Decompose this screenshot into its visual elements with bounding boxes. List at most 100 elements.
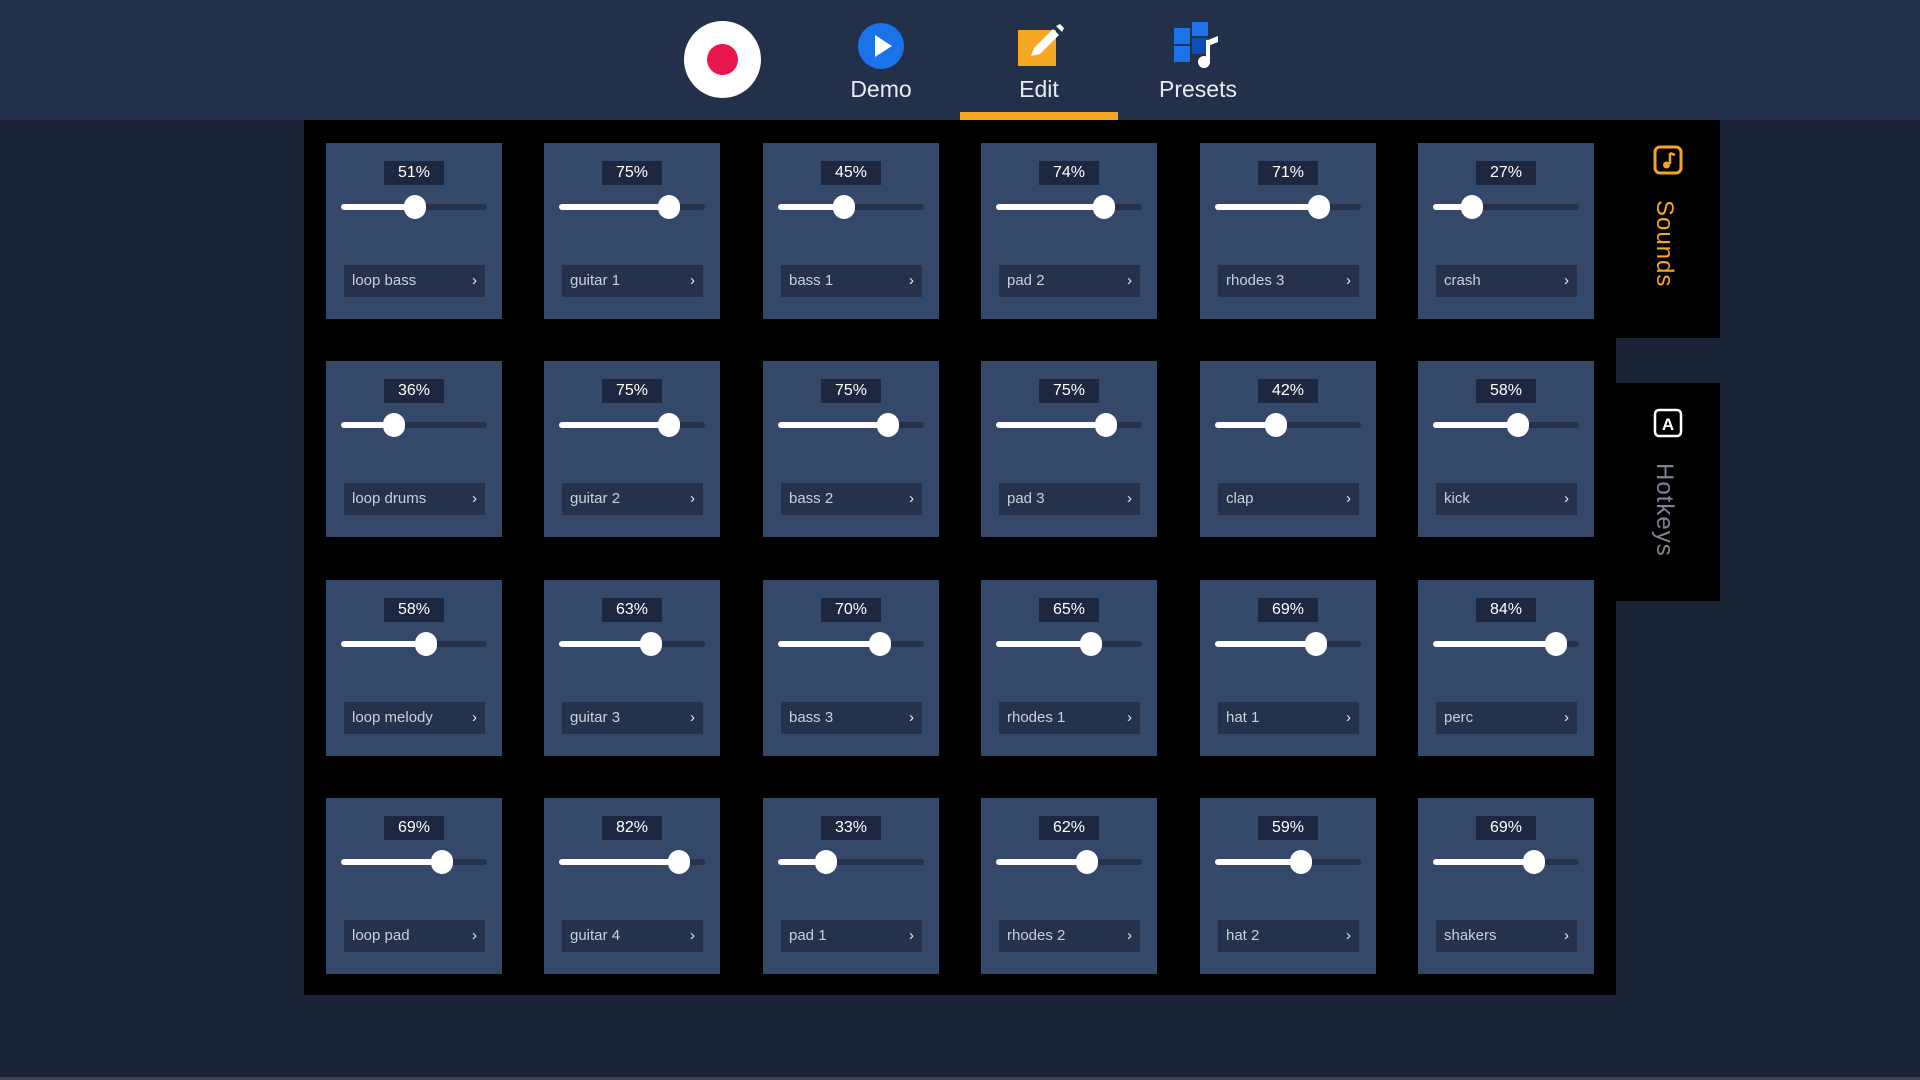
sound-select-button[interactable]: hat 2 ›	[1218, 920, 1359, 952]
volume-slider-handle[interactable]	[1079, 632, 1102, 656]
volume-percent: 42%	[1258, 379, 1318, 403]
volume-slider-handle[interactable]	[1506, 413, 1529, 437]
sound-select-button[interactable]: loop bass ›	[344, 265, 485, 297]
sound-name: bass 1	[789, 272, 834, 289]
volume-slider[interactable]	[1433, 413, 1579, 437]
sound-pad: 75% guitar 2 ›	[544, 361, 720, 537]
volume-slider[interactable]	[341, 850, 487, 874]
chevron-right-icon: ›	[472, 272, 477, 289]
sound-name: shakers	[1444, 927, 1497, 944]
volume-slider-handle[interactable]	[1075, 850, 1098, 874]
sound-select-button[interactable]: guitar 4 ›	[562, 920, 703, 952]
sound-select-button[interactable]: hat 1 ›	[1218, 702, 1359, 734]
sound-select-button[interactable]: pad 1 ›	[781, 920, 922, 952]
volume-slider-handle[interactable]	[1304, 632, 1327, 656]
sound-select-button[interactable]: clap ›	[1218, 483, 1359, 515]
volume-slider-handle[interactable]	[869, 632, 892, 656]
sound-select-button[interactable]: kick ›	[1436, 483, 1577, 515]
sound-select-button[interactable]: loop drums ›	[344, 483, 485, 515]
volume-slider[interactable]	[559, 632, 705, 656]
sound-select-button[interactable]: rhodes 1 ›	[999, 702, 1140, 734]
sound-select-button[interactable]: guitar 1 ›	[562, 265, 703, 297]
play-icon	[858, 23, 904, 69]
sound-select-button[interactable]: crash ›	[1436, 265, 1577, 297]
sound-select-button[interactable]: loop melody ›	[344, 702, 485, 734]
hotkeys-icon-letter: A	[1662, 415, 1674, 434]
volume-slider[interactable]	[996, 413, 1142, 437]
volume-slider[interactable]	[778, 850, 924, 874]
chevron-right-icon: ›	[1564, 272, 1569, 289]
sound-select-button[interactable]: bass 1 ›	[781, 265, 922, 297]
volume-slider[interactable]	[1215, 413, 1361, 437]
sound-select-button[interactable]: rhodes 2 ›	[999, 920, 1140, 952]
volume-slider[interactable]	[1433, 850, 1579, 874]
volume-slider-handle[interactable]	[639, 632, 662, 656]
volume-slider[interactable]	[341, 413, 487, 437]
sound-pad: 75% bass 2 ›	[763, 361, 939, 537]
volume-slider-handle[interactable]	[1093, 195, 1116, 219]
volume-slider[interactable]	[341, 195, 487, 219]
volume-slider[interactable]	[778, 413, 924, 437]
volume-slider-handle[interactable]	[1094, 413, 1117, 437]
volume-slider-fill	[1433, 422, 1518, 428]
sound-select-button[interactable]: guitar 3 ›	[562, 702, 703, 734]
sound-select-button[interactable]: pad 3 ›	[999, 483, 1140, 515]
volume-percent: 58%	[1476, 379, 1536, 403]
tab-sounds[interactable]: Sounds	[1616, 120, 1720, 338]
volume-slider-handle[interactable]	[1290, 850, 1313, 874]
volume-slider-fill	[559, 859, 679, 865]
active-tab-indicator	[960, 112, 1118, 120]
volume-slider[interactable]	[996, 195, 1142, 219]
volume-slider[interactable]	[1215, 850, 1361, 874]
volume-slider-handle[interactable]	[1307, 195, 1330, 219]
chevron-right-icon: ›	[1127, 490, 1132, 507]
record-button[interactable]	[684, 21, 761, 98]
volume-slider[interactable]	[559, 413, 705, 437]
tab-demo[interactable]: Demo	[802, 0, 960, 120]
volume-slider-handle[interactable]	[414, 632, 437, 656]
volume-slider-fill	[1215, 204, 1319, 210]
volume-slider[interactable]	[559, 195, 705, 219]
volume-slider-handle[interactable]	[815, 850, 838, 874]
sound-select-button[interactable]: shakers ›	[1436, 920, 1577, 952]
chevron-right-icon: ›	[690, 490, 695, 507]
volume-slider-handle[interactable]	[404, 195, 427, 219]
volume-percent: 58%	[384, 598, 444, 622]
volume-slider[interactable]	[1215, 632, 1361, 656]
sound-select-button[interactable]: rhodes 3 ›	[1218, 265, 1359, 297]
edit-icon	[1018, 24, 1064, 66]
sound-select-button[interactable]: perc ›	[1436, 702, 1577, 734]
tab-hotkeys[interactable]: A Hotkeys	[1616, 383, 1720, 601]
volume-slider[interactable]	[341, 632, 487, 656]
volume-slider[interactable]	[559, 850, 705, 874]
volume-slider-handle[interactable]	[1265, 413, 1288, 437]
tab-presets[interactable]: Presets	[1119, 0, 1277, 120]
volume-slider-handle[interactable]	[667, 850, 690, 874]
volume-slider[interactable]	[1433, 195, 1579, 219]
sound-select-button[interactable]: bass 2 ›	[781, 483, 922, 515]
volume-slider-handle[interactable]	[382, 413, 405, 437]
keyboard-key-icon: A	[1653, 408, 1683, 438]
volume-slider[interactable]	[1433, 632, 1579, 656]
volume-slider-handle[interactable]	[1544, 632, 1567, 656]
volume-slider-handle[interactable]	[832, 195, 855, 219]
volume-slider-handle[interactable]	[1522, 850, 1545, 874]
sound-name: guitar 2	[570, 490, 621, 507]
sound-select-button[interactable]: guitar 2 ›	[562, 483, 703, 515]
sound-select-button[interactable]: loop pad ›	[344, 920, 485, 952]
volume-slider-handle[interactable]	[1461, 195, 1484, 219]
volume-slider[interactable]	[1215, 195, 1361, 219]
volume-percent: 84%	[1476, 598, 1536, 622]
volume-slider-handle[interactable]	[430, 850, 453, 874]
volume-slider[interactable]	[996, 632, 1142, 656]
volume-slider-handle[interactable]	[657, 195, 680, 219]
volume-slider[interactable]	[996, 850, 1142, 874]
volume-slider[interactable]	[778, 632, 924, 656]
sound-select-button[interactable]: bass 3 ›	[781, 702, 922, 734]
sound-pad: 51% loop bass ›	[326, 143, 502, 319]
tab-edit[interactable]: Edit	[960, 0, 1118, 120]
volume-slider[interactable]	[778, 195, 924, 219]
sound-select-button[interactable]: pad 2 ›	[999, 265, 1140, 297]
volume-slider-handle[interactable]	[876, 413, 899, 437]
volume-slider-handle[interactable]	[657, 413, 680, 437]
